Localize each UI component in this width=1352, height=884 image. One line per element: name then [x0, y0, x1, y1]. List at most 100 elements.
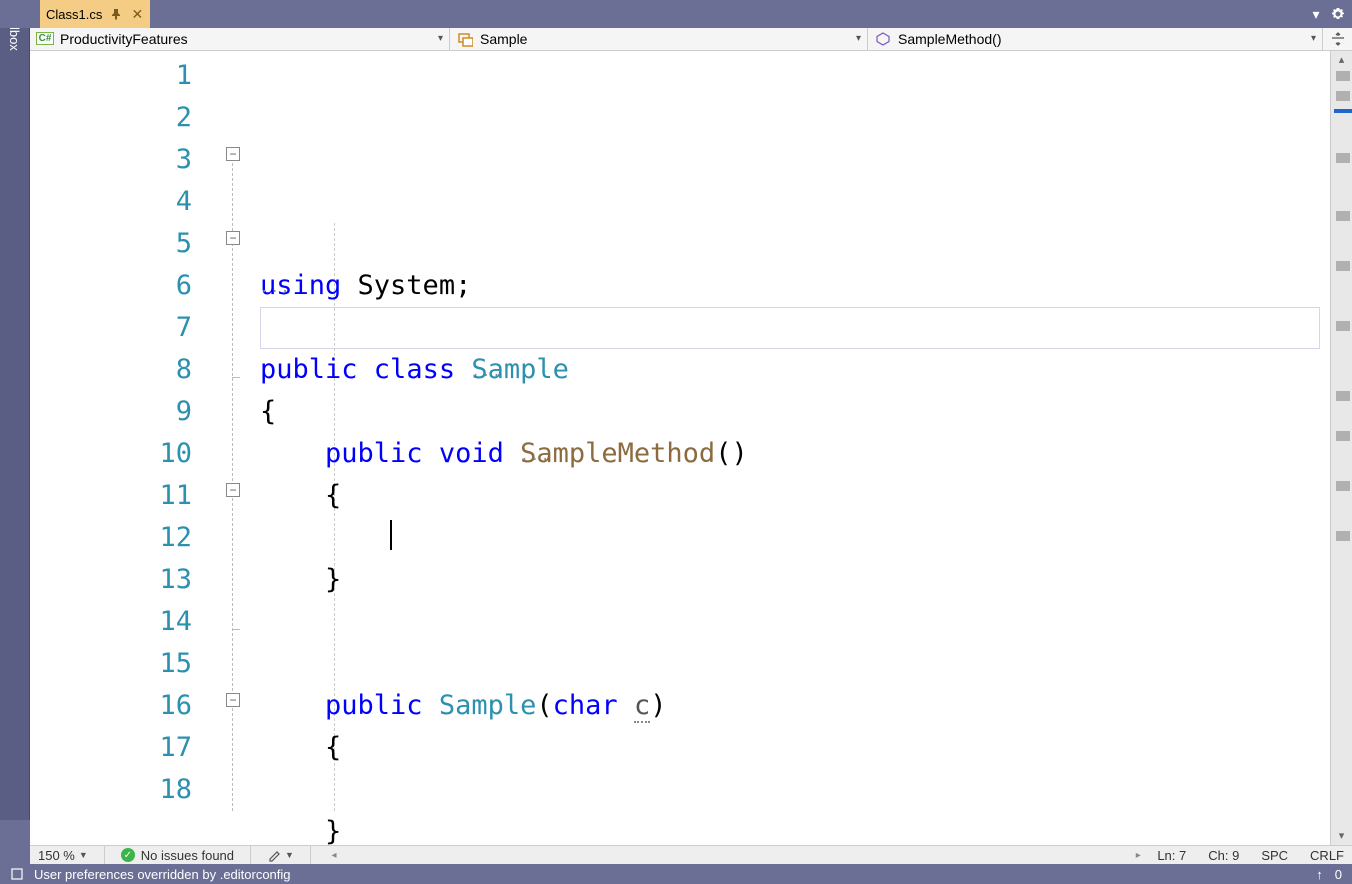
ruler-mark	[1336, 531, 1350, 541]
navigation-bar: C# ProductivityFeatures ▾ Sample ▾ Sampl…	[30, 28, 1352, 51]
line-number-gutter: 1 2 3 4 5 6 7 8 9 10 11 12 13 14 15 16 1…	[30, 51, 220, 845]
chevron-down-icon: ▾	[1311, 33, 1316, 44]
ruler-mark	[1336, 391, 1350, 401]
class-name: Sample	[471, 354, 569, 385]
class-name: Sample	[480, 31, 527, 47]
brace: {	[325, 480, 341, 511]
separator	[104, 846, 105, 864]
toolbox-pane[interactable]: Toolbox	[0, 0, 30, 820]
status-col[interactable]: Ch: 9	[1208, 848, 1239, 863]
brace: }	[325, 564, 341, 595]
line-number: 10	[30, 433, 192, 475]
status-line[interactable]: Ln: 7	[1157, 848, 1186, 863]
text-caret	[390, 520, 392, 550]
line-number: 18	[30, 769, 192, 811]
chevron-down-icon: ▼	[79, 850, 88, 860]
document-tab-strip: Class1.cs ✕ ▾	[0, 0, 1352, 28]
check-icon: ✓	[121, 848, 135, 862]
brace: }	[325, 816, 341, 845]
line-number: 14	[30, 601, 192, 643]
publish-count: 0	[1335, 867, 1342, 882]
document-tab-class1[interactable]: Class1.cs ✕	[40, 0, 150, 28]
ctor-name: Sample	[439, 690, 537, 721]
chevron-down-icon: ▾	[438, 33, 443, 44]
param-c: c	[634, 690, 650, 723]
fold-toggle[interactable]: −	[226, 483, 240, 497]
separator	[250, 846, 251, 864]
method-icon	[874, 30, 892, 48]
scroll-up-button[interactable]: ▴	[1331, 51, 1352, 69]
document-icon	[10, 867, 24, 881]
brace: {	[260, 396, 276, 427]
line-number: 17	[30, 727, 192, 769]
ruler-mark	[1336, 431, 1350, 441]
tab-overflow-button[interactable]: ▾	[1308, 6, 1324, 22]
separator	[310, 846, 311, 864]
ruler-mark	[1336, 153, 1350, 163]
line-number: 7	[30, 307, 192, 349]
member-dropdown[interactable]: SampleMethod() ▾	[868, 28, 1322, 50]
line-number: 6	[30, 265, 192, 307]
overview-ruler[interactable]: ▴ ▾	[1330, 51, 1352, 845]
line-number: 16	[30, 685, 192, 727]
fold-toggle[interactable]: −	[226, 231, 240, 245]
keyword-public: public	[260, 354, 358, 385]
line-number: 1	[30, 55, 192, 97]
line-number: 8	[30, 349, 192, 391]
issues-text: No issues found	[141, 848, 234, 863]
keyword-using: using	[260, 270, 341, 301]
ruler-mark	[1336, 71, 1350, 81]
code-editor[interactable]: 1 2 3 4 5 6 7 8 9 10 11 12 13 14 15 16 1…	[30, 51, 1352, 845]
member-name: SampleMethod()	[898, 31, 1002, 47]
method-name: SampleMethod	[520, 438, 715, 469]
line-number: 3	[30, 139, 192, 181]
editor-status-bar: 150 % ▼ ✓ No issues found ▼ ◂ ▸ Ln: 7 Ch…	[30, 845, 1352, 865]
window-options-button[interactable]	[1330, 6, 1346, 22]
scroll-left-button[interactable]: ◂	[327, 847, 341, 863]
status-indent[interactable]: SPC	[1261, 848, 1288, 863]
issues-indicator[interactable]: ✓ No issues found	[121, 848, 234, 863]
status-eol[interactable]: CRLF	[1310, 848, 1344, 863]
scroll-right-button[interactable]: ▸	[1131, 847, 1145, 863]
fold-toggle[interactable]: −	[226, 147, 240, 161]
fold-end	[232, 629, 240, 630]
line-number: 11	[30, 475, 192, 517]
chevron-down-icon: ▾	[856, 33, 861, 44]
ruler-mark	[1336, 211, 1350, 221]
fold-end	[232, 377, 240, 378]
ruler-mark	[1336, 261, 1350, 271]
caret-marker	[1334, 109, 1352, 113]
close-tab-button[interactable]: ✕	[130, 7, 144, 21]
line-number: 5	[30, 223, 192, 265]
keyword-public: public	[325, 438, 423, 469]
brush-icon[interactable]: ▼	[267, 847, 294, 863]
code-surface[interactable]: using System; public class Sample { publ…	[260, 51, 1330, 845]
pin-icon[interactable]	[110, 8, 122, 20]
zoom-value: 150 %	[38, 848, 75, 863]
window-status-bar: User preferences overridden by .editorco…	[0, 864, 1352, 884]
keyword-char: char	[553, 690, 618, 721]
ruler-mark	[1336, 91, 1350, 101]
ruler-mark	[1336, 481, 1350, 491]
split-window-button[interactable]	[1322, 28, 1352, 50]
zoom-control[interactable]: 150 % ▼	[38, 848, 88, 863]
csharp-icon: C#	[36, 30, 54, 48]
horizontal-scrollbar[interactable]: ◂ ▸	[327, 847, 1145, 863]
class-dropdown[interactable]: Sample ▾	[450, 28, 868, 50]
code-text: System;	[341, 270, 471, 301]
project-dropdown[interactable]: C# ProductivityFeatures ▾	[30, 28, 450, 50]
line-number: 15	[30, 643, 192, 685]
parens: ()	[715, 438, 748, 469]
ruler-mark	[1336, 321, 1350, 331]
line-number: 4	[30, 181, 192, 223]
publish-icon[interactable]: ↑	[1316, 867, 1323, 882]
fold-toggle[interactable]: −	[226, 693, 240, 707]
keyword-void: void	[423, 438, 521, 469]
outlining-gutter: − − − −	[220, 51, 260, 845]
line-number: 2	[30, 97, 192, 139]
line-number: 9	[30, 391, 192, 433]
keyword-public: public	[325, 690, 423, 721]
line-number: 13	[30, 559, 192, 601]
line-number: 12	[30, 517, 192, 559]
scroll-down-button[interactable]: ▾	[1331, 827, 1352, 845]
